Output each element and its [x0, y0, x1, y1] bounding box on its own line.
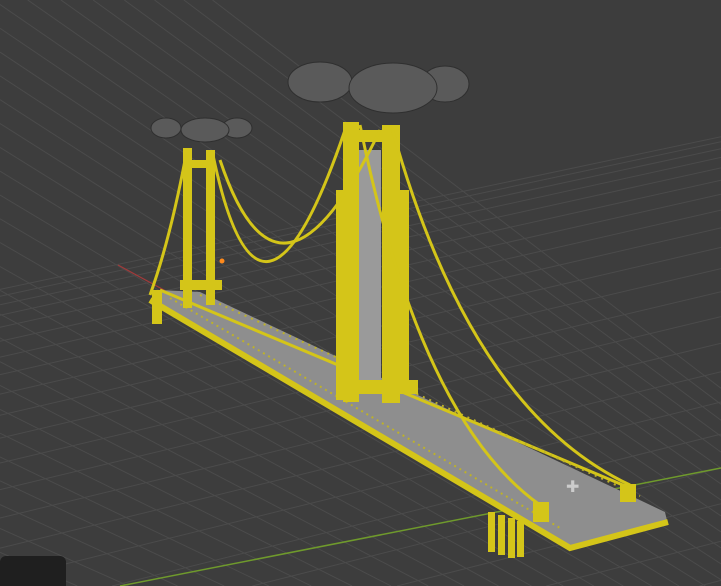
tower-inner-detail [359, 150, 381, 380]
origin-point [219, 258, 225, 264]
deck-end-post [533, 502, 549, 522]
corner-panel [0, 556, 66, 586]
grid-line [0, 218, 624, 586]
tower-domes [150, 61, 470, 143]
deck-end-pillar [152, 290, 162, 324]
grid-line [699, 579, 721, 586]
light-icon[interactable]: ✚ [566, 477, 579, 496]
viewport-canvas[interactable]: ✚ [0, 0, 721, 586]
grid-line [212, 0, 721, 389]
bridge-model[interactable]: ✚ [148, 61, 669, 558]
deck-end-post [620, 484, 636, 502]
3d-viewport[interactable]: ✚ [0, 0, 721, 586]
